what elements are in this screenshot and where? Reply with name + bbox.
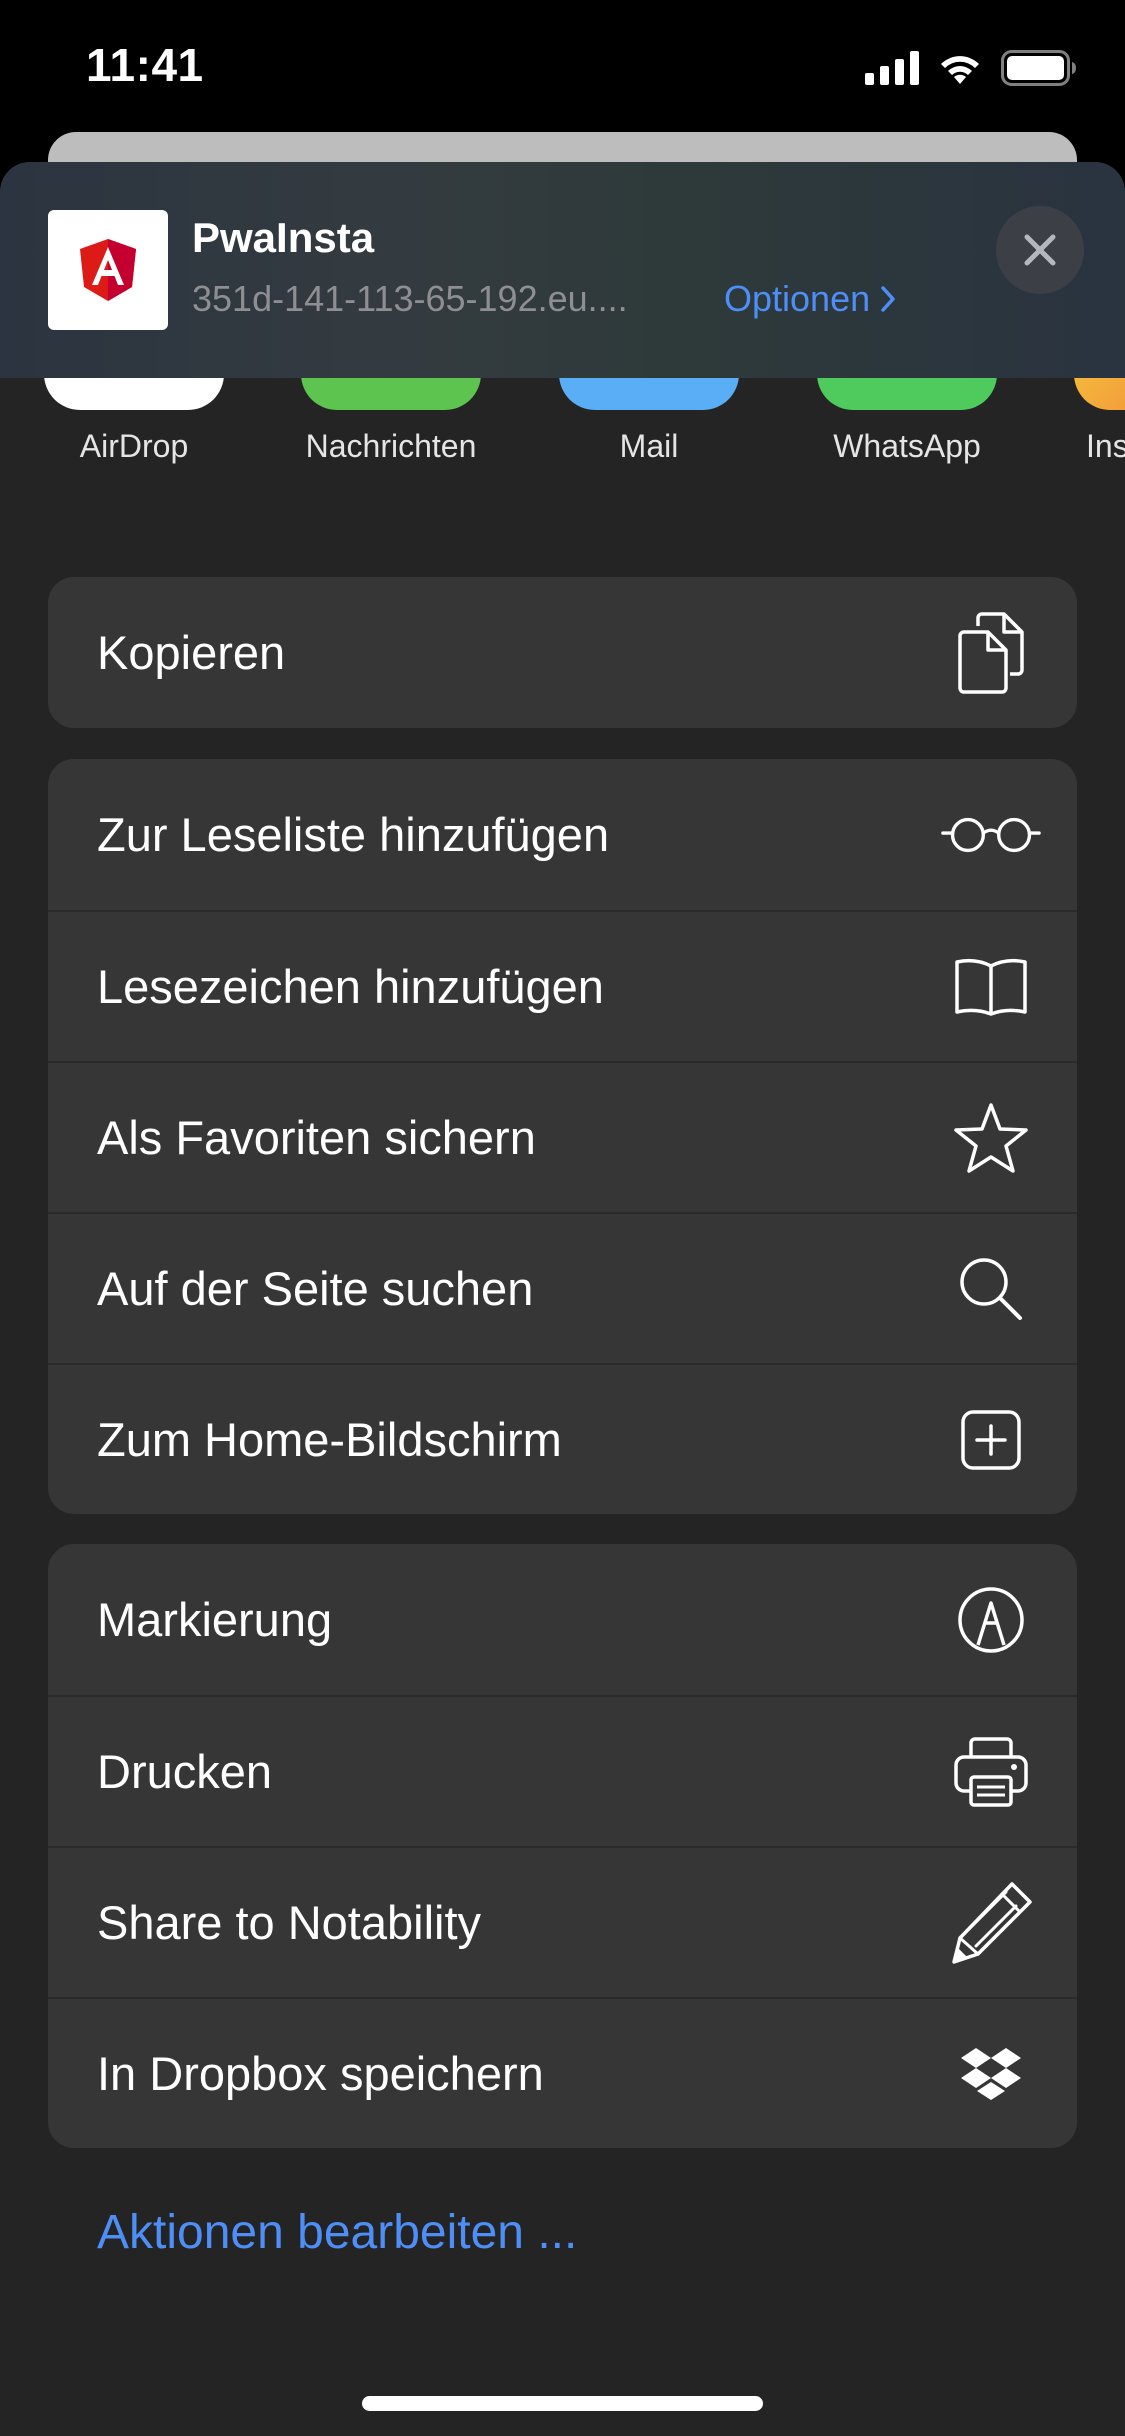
share-sheet: PwaInsta 351d-141-113-65-192.eu.... Opti… [0, 162, 1125, 2436]
markup-icon [941, 1570, 1041, 1670]
action-share-notability[interactable]: Share to Notability [48, 1846, 1077, 1997]
share-title: PwaInsta [192, 214, 375, 261]
app-row: AirDrop Nachrichten Mail WhatsApp Ins [0, 338, 1125, 508]
action-label: Markierung [97, 1593, 333, 1646]
options-link[interactable]: Optionen [724, 278, 896, 320]
action-bookmark[interactable]: Lesezeichen hinzufügen [48, 910, 1077, 1061]
action-reading-list[interactable]: Zur Leseliste hinzufügen [48, 759, 1077, 910]
action-label: In Dropbox speichern [97, 2047, 544, 2100]
app-label: AirDrop [79, 428, 189, 464]
wifi-icon [941, 56, 979, 84]
home-indicator[interactable] [362, 2396, 763, 2411]
pencil-icon [941, 1873, 1041, 1973]
share-header: PwaInsta 351d-141-113-65-192.eu.... Opti… [0, 162, 1125, 378]
action-print[interactable]: Drucken [48, 1695, 1077, 1846]
dropbox-icon [941, 2024, 1041, 2124]
action-group-copy: Kopieren [48, 577, 1077, 728]
action-label: Zum Home-Bildschirm [97, 1413, 562, 1466]
angular-logo-icon [48, 210, 168, 330]
chevron-right-icon [881, 286, 895, 312]
action-dropbox[interactable]: In Dropbox speichern [48, 1997, 1077, 2148]
search-icon [941, 1239, 1041, 1339]
battery-icon [1001, 50, 1076, 86]
copy-icon [941, 603, 1041, 703]
action-group-safari: Zur Leseliste hinzufügen Lesezeichen hin… [48, 759, 1077, 1514]
status-icons [865, 50, 1077, 86]
printer-icon [941, 1722, 1041, 1822]
cellular-signal-icon [865, 51, 919, 85]
star-icon [941, 1088, 1041, 1188]
app-label: Nachrichten [305, 428, 477, 464]
glasses-icon [941, 785, 1041, 885]
action-label: Auf der Seite suchen [97, 1262, 534, 1315]
book-icon [941, 937, 1041, 1037]
action-label: Zur Leseliste hinzufügen [97, 808, 610, 861]
action-label: Drucken [97, 1745, 273, 1798]
action-group-apps: Markierung Drucken Share to Notability I… [48, 1544, 1077, 2148]
edit-actions-link[interactable]: Aktionen bearbeiten ... [97, 2205, 577, 2260]
action-favorite[interactable]: Als Favoriten sichern [48, 1061, 1077, 1212]
share-sheet-screen: 11:41 PwaInsta 351d-141-113-65-192.eu...… [0, 0, 1125, 2436]
app-label: Mail [619, 428, 679, 464]
close-button[interactable] [996, 206, 1084, 294]
action-markup[interactable]: Markierung [48, 1544, 1077, 1695]
status-bar: 11:41 [0, 0, 1125, 132]
action-label: Als Favoriten sichern [97, 1111, 536, 1164]
action-label: Share to Notability [97, 1896, 482, 1949]
close-icon [1024, 234, 1056, 266]
share-url: 351d-141-113-65-192.eu.... [192, 278, 628, 319]
app-label: Ins [1086, 428, 1125, 464]
add-square-icon [941, 1390, 1041, 1490]
app-label: WhatsApp [833, 428, 981, 464]
action-find-on-page[interactable]: Auf der Seite suchen [48, 1212, 1077, 1363]
action-label: Kopieren [97, 626, 286, 679]
action-label: Lesezeichen hinzufügen [97, 960, 604, 1013]
action-copy[interactable]: Kopieren [48, 577, 1077, 728]
status-time: 11:41 [86, 39, 204, 91]
options-label: Optionen [724, 278, 871, 319]
action-add-to-home[interactable]: Zum Home-Bildschirm [48, 1363, 1077, 1514]
